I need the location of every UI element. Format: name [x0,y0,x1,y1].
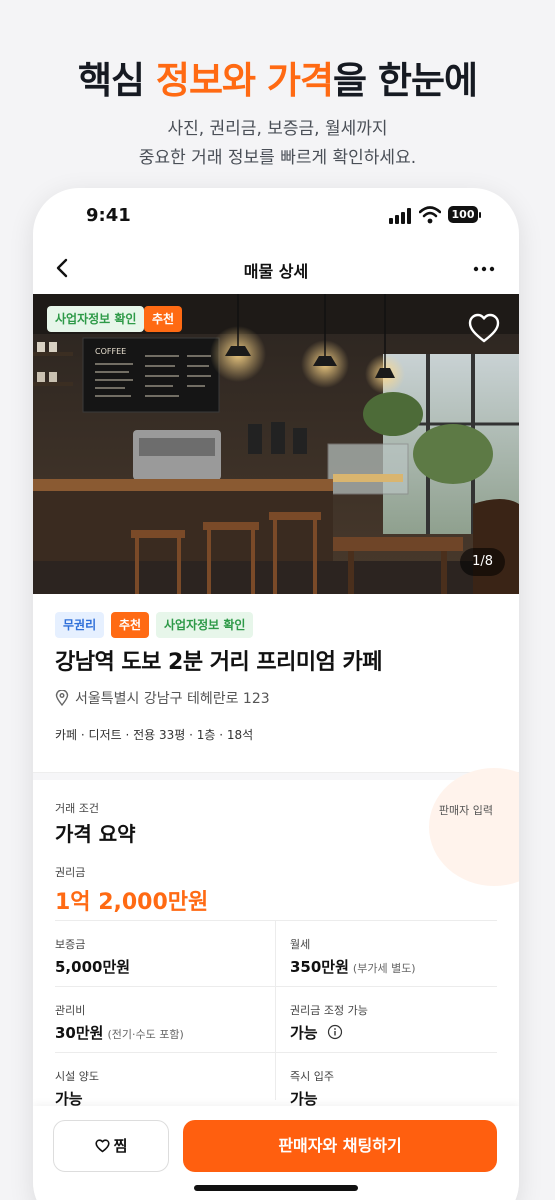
section-divider [33,772,519,780]
cafe-interior-photo: COFFEE [33,294,519,594]
premium-value: 1억 2,000만원 [55,890,209,915]
svg-text:COFFEE: COFFEE [95,347,126,356]
mgmt-fee-note: (전기·수도 포함) [107,1028,184,1041]
page-title: 매물 상세 [243,262,309,281]
listing-title: 강남역 도보 2분 거리 프리미엄 카페 [55,650,382,675]
premium-negotiable-label: 권리금 조정 가능 [290,1004,368,1017]
tag-recommended: 추천 [111,612,150,638]
zzim-label: 찜 [113,1137,128,1155]
seller-input-label: 판매자 입력 [438,804,493,817]
move-in-label: 즉시 입주 [290,1070,334,1083]
rent-value: 350만원 (부가세 별도) [290,958,416,976]
signal-icon [389,208,413,224]
battery-tip [479,212,481,218]
recommended-badge: 추천 [144,306,183,332]
promo-headline: 핵심 정보와 가격을 한눈에 [77,59,478,102]
tag-business-verified: 사업자정보 확인 [156,612,254,638]
deal-terms-label: 거래 조건 [55,802,99,815]
mgmt-fee-value: 30만원 (전기·수도 포함) [55,1024,184,1042]
home-indicator [194,1185,358,1191]
premium-label: 권리금 [55,866,86,879]
heart-icon[interactable] [467,312,501,344]
battery-icon: 100 [448,206,478,223]
location-pin-icon [55,689,69,707]
listing-address: 서울특별시 강남구 테헤란로 123 [55,688,270,708]
rent-note: (부가세 별도) [352,962,416,975]
nav-bar: 매물 상세 [33,244,519,294]
listing-photo-carousel[interactable]: COFFEE 사업자정보 확인 추천 1/8 [33,294,519,594]
listing-meta: 카페 · 디저트 · 전용 33평 · 1층 · 18석 [55,728,254,742]
promo-subline-2: 중요한 거래 정보를 빠르게 확인하세요. [138,148,417,168]
price-summary-title: 가격 요약 [55,822,136,846]
heart-icon [94,1139,110,1153]
status-bar: 9:41 100 [33,188,519,244]
tag-no-premium: 무권리 [55,612,105,638]
grid-divider [275,920,276,1100]
premium-negotiable-value: 가능 [290,1022,343,1043]
grid-divider [55,1052,497,1053]
deposit-label: 보증금 [55,938,86,951]
promo-subline-1: 사진, 권리금, 보증금, 월세까지 [167,119,388,139]
grid-divider [55,986,497,987]
address-text: 서울특별시 강남구 테헤란로 123 [75,691,270,707]
status-time: 9:41 [86,205,131,226]
business-verified-badge: 사업자정보 확인 [47,306,145,332]
phone-frame: 9:41 100 매물 상세 COFFEE 사업자정보 확인 추천 1/8 무권… [33,188,519,1200]
info-icon[interactable] [327,1024,343,1040]
wifi-icon [419,206,441,224]
more-horizontal-icon[interactable] [471,256,497,282]
deposit-value: 5,000만원 [55,958,131,976]
grid-divider [55,920,497,921]
chat-with-seller-button[interactable]: 판매자와 채팅하기 [183,1120,497,1172]
mgmt-fee-label: 관리비 [55,1004,86,1017]
decorative-circle [429,768,519,886]
photo-counter: 1/8 [460,548,505,576]
rent-label: 월세 [290,938,311,951]
facility-transfer-label: 시설 양도 [55,1070,99,1083]
zzim-button[interactable]: 찜 [53,1120,169,1172]
